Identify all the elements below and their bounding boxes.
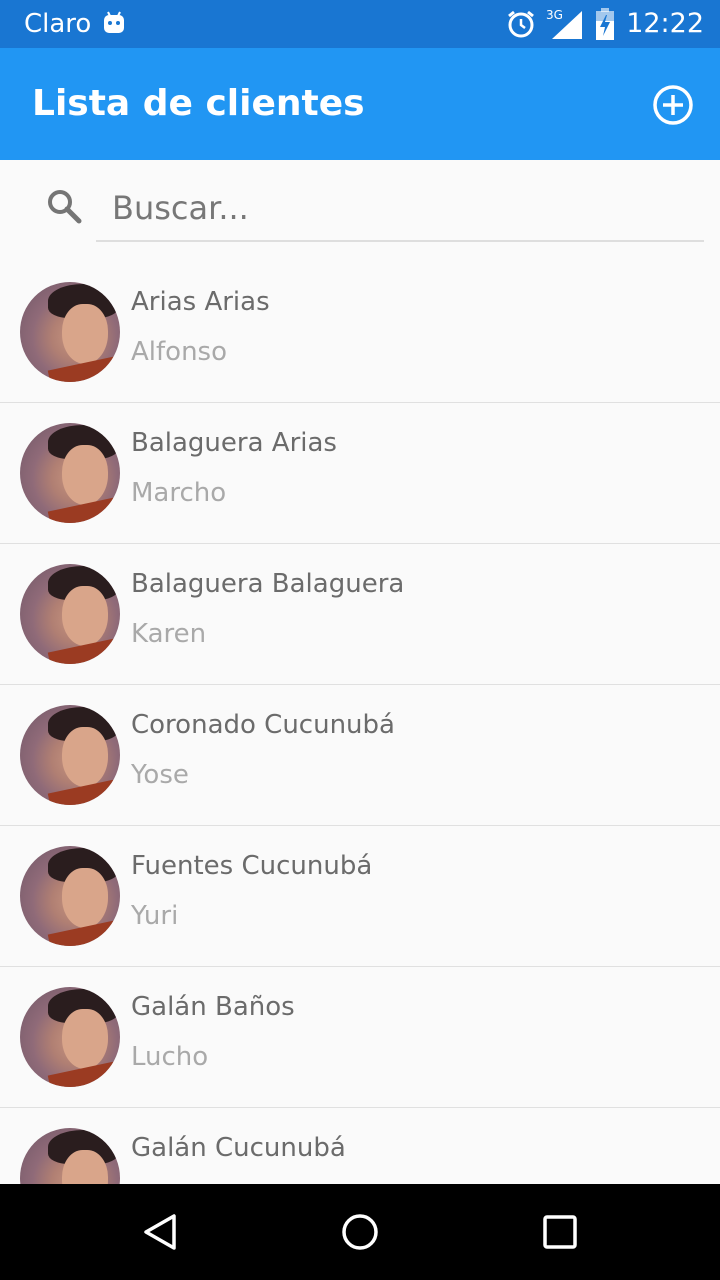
battery-charging-icon (596, 8, 615, 40)
client-name: Arias Arias (131, 287, 270, 317)
client-name: Galán Cucunubá (131, 1133, 346, 1163)
list-item[interactable]: Galán Baños Lucho (0, 967, 720, 1108)
avatar (20, 564, 120, 664)
client-name: Balaguera Balaguera (131, 569, 405, 599)
client-first-name: Marcho (131, 478, 227, 508)
search-input[interactable] (96, 176, 704, 242)
client-first-name: Karen (131, 619, 207, 649)
list-item[interactable]: Balaguera Balaguera Karen (0, 544, 720, 685)
clock: 12:22 (626, 8, 704, 39)
avatar (20, 705, 120, 805)
client-name: Balaguera Arias (131, 428, 337, 458)
carrier-name: Claro (24, 9, 92, 39)
avatar (20, 282, 120, 382)
client-name: Fuentes Cucunubá (131, 851, 373, 881)
android-icon (104, 11, 124, 33)
client-name: Galán Baños (131, 992, 295, 1022)
alarm-icon (508, 10, 535, 38)
avatar (20, 846, 120, 946)
list-item[interactable]: Arias Arias Alfonso (0, 262, 720, 403)
page-title: Lista de clientes (32, 83, 365, 124)
search-icon (48, 190, 82, 224)
navigation-bar (0, 1184, 720, 1280)
list-item[interactable]: Fuentes Cucunubá Yuri (0, 826, 720, 967)
network-type: 3G (546, 8, 563, 22)
back-icon[interactable] (140, 1212, 180, 1252)
search-bar (0, 160, 720, 260)
home-icon[interactable] (340, 1212, 380, 1252)
signal-icon: 3G (546, 8, 583, 39)
client-first-name: Alfonso (131, 337, 228, 367)
avatar (20, 423, 120, 523)
list-item[interactable]: Galán Cucunubá (0, 1108, 720, 1184)
client-list: Arias Arias Alfonso Balaguera Arias Marc… (0, 262, 720, 1184)
add-client-button[interactable] (652, 84, 694, 126)
recent-apps-icon[interactable] (540, 1212, 580, 1252)
status-icons: 3G 12:22 (506, 6, 704, 42)
list-item[interactable]: Balaguera Arias Marcho (0, 403, 720, 544)
client-first-name: Yose (131, 760, 189, 790)
app-bar: Lista de clientes (0, 48, 720, 160)
client-first-name: Yuri (131, 901, 179, 931)
client-name: Coronado Cucunubá (131, 710, 395, 740)
list-item[interactable]: Coronado Cucunubá Yose (0, 685, 720, 826)
status-bar: Claro 3G 12:22 (0, 0, 720, 48)
client-first-name: Lucho (131, 1042, 209, 1072)
avatar (20, 1128, 120, 1184)
avatar (20, 987, 120, 1087)
